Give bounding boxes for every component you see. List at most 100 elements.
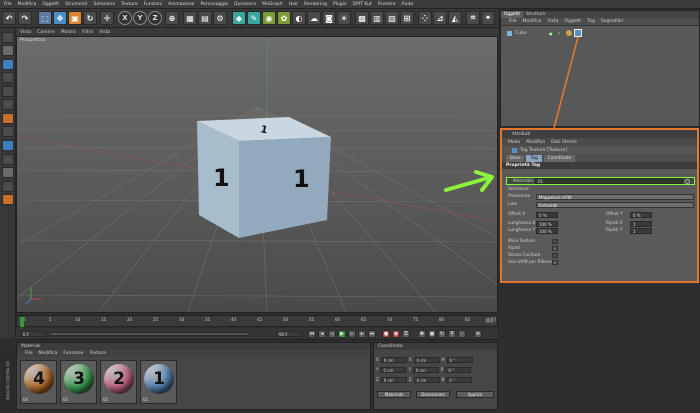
- y-axis-lock-icon[interactable]: Y: [133, 11, 147, 25]
- key-parameter-icon[interactable]: P: [448, 330, 456, 338]
- material-menu-item[interactable]: Modifica: [39, 351, 58, 356]
- go-to-start-icon[interactable]: ⏮: [308, 330, 316, 338]
- menu-aiuto[interactable]: Aiuto: [402, 2, 414, 7]
- animation-settings-icon[interactable]: ≡: [474, 330, 482, 338]
- prev-frame-icon[interactable]: ◃: [328, 330, 336, 338]
- use-polygons-icon[interactable]: [2, 113, 14, 124]
- rotate-tool-icon[interactable]: ↻: [83, 11, 97, 25]
- tab-coordinates[interactable]: Coordinate: [543, 154, 576, 162]
- undo-icon[interactable]: ↶: [2, 11, 16, 25]
- menu-funzioni[interactable]: Funzioni: [144, 2, 163, 7]
- key-point-icon[interactable]: ⁘: [458, 330, 466, 338]
- viewport-menu-item[interactable]: Camere: [37, 30, 55, 35]
- offset-x-field[interactable]: 0 %: [536, 211, 558, 218]
- tab-structure[interactable]: Strutture: [523, 11, 548, 18]
- enable-axis-icon[interactable]: [2, 126, 14, 137]
- record-icon[interactable]: ●: [382, 330, 390, 338]
- nurbs-icon[interactable]: ◉: [262, 11, 276, 25]
- autokey-icon[interactable]: ◉: [392, 330, 400, 338]
- render-settings-icon[interactable]: ⚙: [213, 11, 227, 25]
- make-editable-icon[interactable]: [2, 32, 14, 43]
- viewport[interactable]: 1 1 1 Prospettiva: [16, 36, 498, 313]
- prev-key-icon[interactable]: ◂: [318, 330, 326, 338]
- material-swatch[interactable]: 4 04: [20, 360, 57, 404]
- attribute-menu-item[interactable]: Modo: [508, 140, 520, 145]
- position-field[interactable]: 0 cm: [380, 376, 407, 383]
- menu-file[interactable]: File: [4, 2, 12, 7]
- object-menu-item[interactable]: Modifica: [523, 19, 542, 24]
- material-field[interactable]: 01: [535, 178, 683, 184]
- scale-tool-icon[interactable]: ▣: [68, 11, 82, 25]
- object-menu-item[interactable]: File: [509, 19, 517, 24]
- menu-strumenti[interactable]: Strumenti: [65, 2, 87, 7]
- workplane-icon[interactable]: ⌗: [466, 11, 480, 25]
- menu-mograph[interactable]: MoGraph: [262, 2, 282, 7]
- tab-base[interactable]: Base: [506, 154, 525, 162]
- points-mode-icon[interactable]: ⁘: [418, 11, 432, 25]
- material-name[interactable]: 03: [63, 397, 68, 402]
- tweak-icon[interactable]: [2, 140, 14, 151]
- material-name[interactable]: 02: [103, 397, 108, 402]
- rotation-field[interactable]: 0 °: [446, 376, 473, 383]
- size-field[interactable]: 0 cm: [413, 376, 440, 383]
- axis-mode-icon[interactable]: ⊞: [400, 11, 414, 25]
- menu-dynamics[interactable]: Dynamics: [234, 2, 256, 7]
- next-key-icon[interactable]: ▸: [358, 330, 366, 338]
- length-x-field[interactable]: 100 %: [536, 220, 558, 227]
- viewport-menu-item[interactable]: Filtro: [82, 30, 93, 35]
- range-slider[interactable]: [50, 332, 250, 336]
- tab-tag[interactable]: Tag: [526, 154, 542, 162]
- object-mode-icon[interactable]: ▥: [370, 11, 384, 25]
- render-view-icon[interactable]: ▦: [183, 11, 197, 25]
- spline-icon[interactable]: ✎: [247, 11, 261, 25]
- menu-texture[interactable]: Texture: [121, 2, 137, 7]
- size-field[interactable]: 0 cm: [413, 356, 440, 363]
- environment-icon[interactable]: ☁: [307, 11, 321, 25]
- tile-checkbox[interactable]: ✓: [552, 246, 558, 251]
- render-picture-viewer-icon[interactable]: ▤: [198, 11, 212, 25]
- attribute-menu-item[interactable]: Modifica: [526, 140, 545, 145]
- snap-icon[interactable]: ⌖: [481, 11, 495, 25]
- menu-personaggio[interactable]: Personaggio: [200, 2, 228, 7]
- key-scale-icon[interactable]: ▣: [428, 330, 436, 338]
- material-name[interactable]: 04: [23, 397, 28, 402]
- solo-icon[interactable]: [2, 181, 14, 192]
- snap-settings-icon[interactable]: [2, 154, 14, 165]
- cube[interactable]: 1 1 1: [197, 117, 331, 238]
- material-menu-item[interactable]: Texture: [89, 351, 105, 356]
- move-tool-icon[interactable]: ✥: [53, 11, 67, 25]
- material-swatch[interactable]: 3 03: [60, 360, 97, 404]
- menu-rendering[interactable]: Rendering: [304, 2, 327, 7]
- object-menu-item[interactable]: Tag: [587, 19, 595, 24]
- polygons-mode-icon[interactable]: ◭: [448, 11, 462, 25]
- frame-end-field[interactable]: 90 F: [276, 331, 302, 337]
- texture-mode-icon[interactable]: ▧: [385, 11, 399, 25]
- uvw-bump-checkbox[interactable]: ✓: [552, 260, 558, 265]
- coordinate-system-icon[interactable]: ⊕: [165, 11, 179, 25]
- coordinate-mode-dropdown[interactable]: Materiale: [377, 391, 411, 398]
- object-menu-item[interactable]: Oggetti: [564, 19, 581, 24]
- material-name[interactable]: 01: [143, 397, 148, 402]
- camera-icon[interactable]: ◙: [322, 11, 336, 25]
- model-mode-icon[interactable]: ▩: [355, 11, 369, 25]
- timeline-playhead[interactable]: [20, 317, 24, 327]
- length-y-field[interactable]: 100 %: [536, 227, 558, 234]
- viewport-menu-item[interactable]: Mostra: [61, 30, 76, 35]
- material-menu-item[interactable]: Funzione: [63, 351, 83, 356]
- object-menu-item[interactable]: Segnalibri: [601, 19, 624, 24]
- z-axis-lock-icon[interactable]: Z: [148, 11, 162, 25]
- coordinate-size-dropdown[interactable]: Dimensione: [416, 391, 450, 398]
- key-rotation-icon[interactable]: ↻: [438, 330, 446, 338]
- position-field[interactable]: 0 cm: [380, 366, 407, 373]
- menu-modifica[interactable]: Modifica: [18, 2, 37, 7]
- redo-icon[interactable]: ↷: [18, 11, 32, 25]
- material-swatch[interactable]: 2 02: [100, 360, 137, 404]
- material-menu-item[interactable]: File: [25, 351, 33, 356]
- use-edges-icon[interactable]: [2, 99, 14, 110]
- keyframe-selection-icon[interactable]: ⚿: [402, 330, 410, 338]
- viewport-menu-item[interactable]: Vista: [20, 30, 31, 35]
- go-to-end-icon[interactable]: ⏭: [368, 330, 376, 338]
- edges-mode-icon[interactable]: ⊿: [433, 11, 447, 25]
- array-icon[interactable]: ✿: [277, 11, 291, 25]
- cube-primitive-icon[interactable]: ◆: [232, 11, 246, 25]
